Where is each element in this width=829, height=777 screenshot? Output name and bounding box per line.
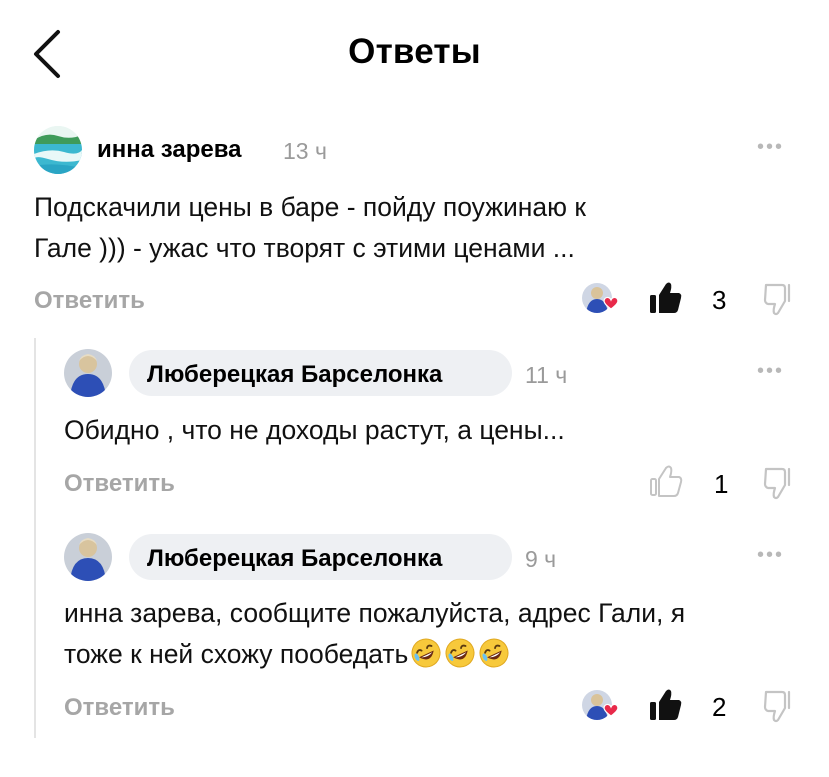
comment-text: инна зарева, сообщите пожалуйста, адрес … (64, 593, 784, 675)
likes-count: 2 (712, 692, 727, 722)
thumbs-up-icon[interactable] (648, 280, 684, 316)
reply-button[interactable]: Ответить (64, 470, 175, 498)
comment-text-line: инна зарева, сообщите пожалуйста, адрес … (64, 598, 686, 628)
avatar-image (64, 533, 112, 581)
likes-count: 1 (714, 469, 729, 499)
replies-screen: Ответы инна зарева 13 ч ••• Подскачили ц… (0, 0, 829, 777)
comment-text-line-with-emoji: тоже к ней схожу пообедать (64, 634, 784, 675)
thumbs-up-icon[interactable] (648, 463, 684, 499)
comment-text: Подскачили цены в баре - пойду поужинаю … (34, 187, 774, 269)
thumbs-down-icon[interactable] (762, 281, 794, 317)
comment-time: 11 ч (525, 362, 568, 388)
comment-time: 9 ч (525, 546, 557, 572)
more-dots-icon[interactable]: ••• (757, 136, 784, 159)
rofl-emoji (445, 638, 475, 668)
avatar-image (64, 349, 112, 397)
thumbs-up-icon[interactable] (648, 687, 684, 723)
likes-count: 3 (712, 285, 727, 315)
rofl-emoji (479, 638, 509, 668)
avatar[interactable] (64, 533, 112, 581)
reply-button[interactable]: Ответить (34, 287, 145, 315)
comment-text-line: Обидно , что не доходы растут, а цены... (64, 415, 565, 445)
more-dots-icon[interactable]: ••• (757, 360, 784, 383)
thumbs-down-icon[interactable] (762, 465, 794, 501)
thumbs-down-icon[interactable] (762, 688, 794, 724)
comment-text-line: Подскачили цены в баре - пойду поужинаю … (34, 192, 586, 222)
comment-text-line: Гале ))) - ужас что творят с этими ценам… (34, 233, 575, 263)
heart-icon (603, 296, 619, 310)
header: Ответы (0, 0, 829, 105)
reply-button[interactable]: Ответить (64, 694, 175, 722)
comment-time: 13 ч (283, 138, 327, 164)
heart-icon (603, 703, 619, 717)
avatar[interactable] (64, 349, 112, 397)
author-name[interactable]: Люберецкая Барселонка (147, 545, 442, 573)
comment-text: Обидно , что не доходы растут, а цены... (64, 410, 774, 451)
avatar-image (34, 126, 82, 174)
author-name[interactable]: Люберецкая Барселонка (147, 361, 442, 389)
thread-line (34, 338, 36, 738)
page-title: Ответы (348, 32, 481, 71)
author-name[interactable]: инна зарева (97, 136, 242, 164)
comment-text-line: тоже к ней схожу пообедать (64, 639, 409, 669)
more-dots-icon[interactable]: ••• (757, 544, 784, 567)
avatar[interactable] (34, 126, 82, 174)
rofl-emoji (411, 638, 441, 668)
